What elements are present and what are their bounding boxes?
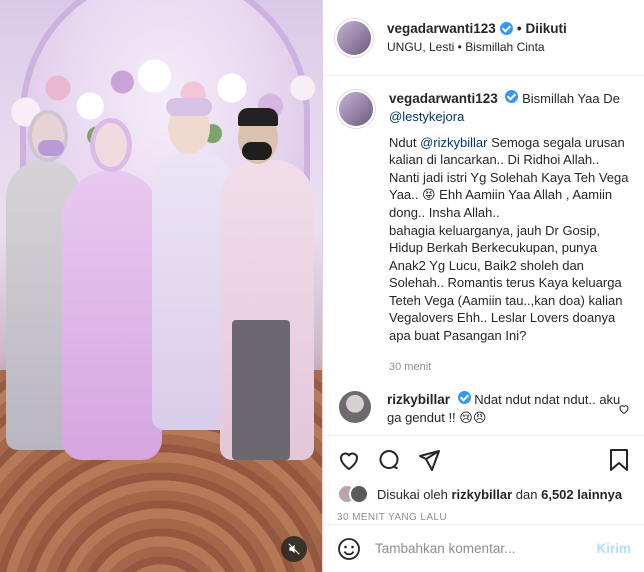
author-username[interactable]: vegadarwanti123 — [387, 21, 496, 36]
mute-button[interactable] — [281, 536, 307, 562]
like-small-icon[interactable] — [618, 403, 630, 415]
caption-time: 30 menit — [389, 361, 432, 374]
person-2-head — [90, 118, 132, 172]
post-header: vegadarwanti123 • Diikuti UNGU, Lesti • … — [323, 0, 644, 76]
caption-text-b: Nanti jadi istri Yg Solehah Kaya Teh Veg… — [389, 169, 629, 220]
caption-text-c: bahagia keluarganya, jauh Dr Gosip, Hidu… — [389, 222, 623, 343]
heart-icon[interactable] — [337, 448, 361, 472]
comment-icon[interactable] — [377, 448, 401, 472]
likes-user[interactable]: rizkybillar — [451, 487, 512, 502]
separator-dot: • — [516, 21, 522, 36]
post-timestamp[interactable]: 30 MENIT YANG LALU — [323, 510, 644, 523]
likes-prefix: Disukai oleh — [377, 486, 448, 502]
caption-text-a: Ndut — [389, 134, 421, 150]
post-caption: vegadarwanti123 Bismillah Yaa De @lestyk… — [337, 90, 630, 375]
post-details-panel: vegadarwanti123 • Diikuti UNGU, Lesti • … — [322, 0, 644, 572]
audio-location-line[interactable]: UNGU, Lesti • Bismillah Cinta — [387, 40, 567, 54]
post-photo[interactable] — [0, 0, 322, 572]
commenter-username[interactable]: rizkybillar — [387, 392, 450, 407]
post-comment-button[interactable]: Kirim — [596, 541, 631, 556]
comment-input[interactable] — [375, 541, 597, 556]
likes-joiner: dan — [515, 486, 538, 502]
likes-line: Disukai oleh rizkybillar dan 6,502 lainn… — [323, 478, 644, 510]
person-4-trousers — [232, 320, 290, 460]
commenter-avatar[interactable] — [339, 391, 371, 424]
caption-line1: Bismillah Yaa De — [522, 91, 620, 106]
caption-avatar[interactable] — [337, 90, 375, 128]
caption-username[interactable]: vegadarwanti123 — [389, 91, 498, 106]
person-4-mask — [242, 142, 272, 160]
person-4-cap — [238, 108, 278, 126]
liker-avatar — [349, 484, 369, 504]
follow-status-button[interactable]: Diikuti — [526, 21, 567, 36]
person-1-mask — [38, 140, 64, 156]
verified-badge-icon — [505, 90, 519, 103]
comments-section: vegadarwanti123 Bismillah Yaa De @lestyk… — [323, 76, 644, 436]
share-icon[interactable] — [417, 448, 441, 472]
bookmark-icon[interactable] — [608, 448, 630, 472]
verified-badge-icon — [457, 391, 471, 405]
likes-count[interactable]: 6,502 lainnya — [541, 487, 622, 502]
verified-badge-icon — [499, 22, 513, 35]
mention-rizkybillar[interactable]: @rizkybillar — [420, 135, 487, 150]
mention-lestykejora[interactable]: @lestykejora — [389, 108, 630, 126]
action-bar — [323, 436, 644, 478]
mute-icon — [288, 543, 300, 555]
add-comment-bar: Kirim — [323, 524, 644, 572]
person-2 — [62, 170, 162, 460]
comment-item: rizkybillar Ndat ndut ndat ndut.. aku ga… — [337, 391, 630, 427]
person-3-cap — [166, 98, 212, 116]
author-avatar[interactable] — [335, 18, 373, 57]
liker-avatars[interactable] — [337, 484, 369, 504]
emoji-icon[interactable] — [337, 537, 361, 561]
